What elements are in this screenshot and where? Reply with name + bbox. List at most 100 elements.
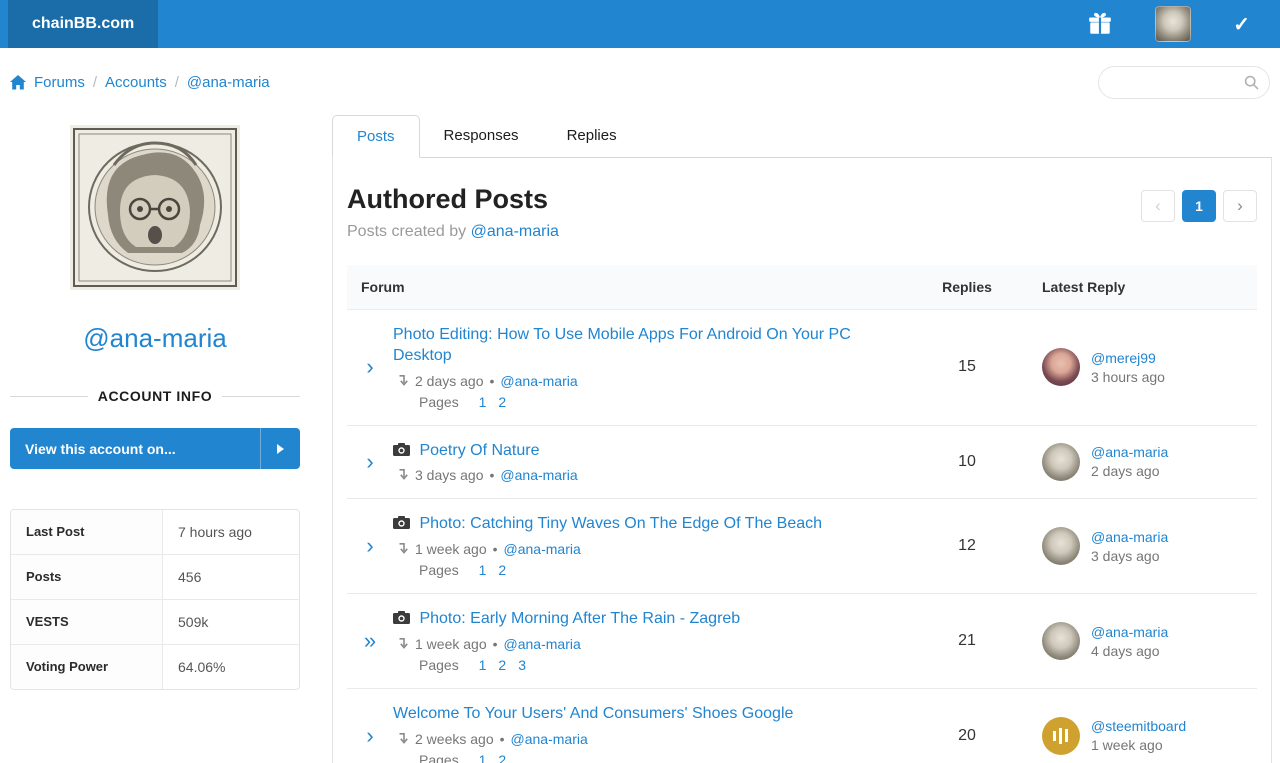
breadcrumb-accounts[interactable]: Accounts [105,74,167,91]
gift-icon[interactable] [1087,11,1113,37]
post-author-link[interactable]: @ana-maria [500,467,577,483]
stat-label: Voting Power [11,645,163,689]
posts-table-header: Forum Replies Latest Reply [347,265,1257,310]
post-pages: Pages 12 [393,562,893,578]
post-title-link[interactable]: Poetry Of Nature [393,441,893,462]
main-panel: Posts Responses Replies Authored Posts P… [332,115,1272,763]
tab-posts[interactable]: Posts [332,115,420,158]
search-box [1098,66,1270,99]
page-link[interactable]: 2 [498,394,506,410]
page-title: Authored Posts [347,184,549,214]
user-avatar[interactable] [1155,6,1192,42]
page-1-button[interactable]: 1 [1182,190,1216,222]
tab-responses[interactable]: Responses [420,115,543,158]
page-links: 12 [467,752,507,763]
post-row: › Photo Editing: How To Use Mobile Apps … [347,310,1257,426]
pages-label: Pages [419,751,459,763]
post-title-link[interactable]: Photo Editing: How To Use Mobile Apps Fo… [393,325,893,367]
expand-post-chevron-icon[interactable]: » [347,630,393,652]
post-title-link[interactable]: Welcome To Your Users' And Consumers' Sh… [393,704,893,725]
latest-reply-time: 3 hours ago [1091,368,1165,385]
account-info-title: ACCOUNT INFO [97,388,213,404]
camera-icon [393,611,410,625]
prev-page-button[interactable]: ‹ [1141,190,1175,222]
post-title-text: Welcome To Your Users' And Consumers' Sh… [393,704,794,722]
view-account-button[interactable]: View this account on... [10,428,300,469]
profile-avatar [70,125,240,293]
post-pages: Pages 123 [393,657,893,673]
navbar-actions: ✓ [1087,6,1250,42]
page-link[interactable]: 2 [498,657,506,673]
subtitle-user-link[interactable]: @ana-maria [471,223,559,240]
stat-value: 64.06% [178,659,226,675]
stat-label: Posts [11,555,163,599]
post-title-text: Photo Editing: How To Use Mobile Apps Fo… [393,326,851,364]
latest-reply-user-link[interactable]: @ana-maria [1091,529,1168,545]
page-link[interactable]: 1 [479,752,487,763]
posts-table-body: › Photo Editing: How To Use Mobile Apps … [347,310,1257,763]
home-icon[interactable] [10,75,26,90]
profile-username: @ana-maria [83,323,227,353]
latest-reply-avatar[interactable] [1042,348,1080,387]
post-pages: Pages 12 [393,752,893,763]
stat-label: VESTS [11,600,163,644]
stat-row-posts: Posts 456 [11,555,299,600]
next-page-button[interactable]: › [1223,190,1257,222]
camera-icon [393,442,410,456]
search-icon[interactable] [1244,75,1259,90]
post-meta: 3 days ago • @ana-maria [393,467,893,483]
breadcrumb-current-account: @ana-maria [186,74,270,91]
latest-reply-user-link[interactable]: @ana-maria [1091,624,1168,640]
posts-segment: Authored Posts Posts created by @ana-mar… [332,158,1272,763]
tab-replies[interactable]: Replies [543,115,641,158]
meta-separator: • [489,467,495,484]
post-author-link[interactable]: @ana-maria [504,636,581,652]
post-pages: Pages 12 [393,394,893,410]
page-links: 12 [467,562,507,578]
level-down-icon [398,374,409,387]
latest-reply-avatar[interactable] [1042,527,1080,566]
level-down-icon [398,637,409,650]
latest-reply-avatar[interactable] [1042,622,1080,661]
post-title-link[interactable]: Photo: Catching Tiny Waves On The Edge O… [393,514,893,535]
stat-value: 456 [178,569,202,585]
stat-row-last-post: Last Post 7 hours ago [11,510,299,555]
page-link[interactable]: 1 [479,657,487,673]
expand-post-chevron-icon[interactable]: › [347,724,393,747]
replies-count: 21 [958,632,976,650]
latest-reply-user-link[interactable]: @steemitboard [1091,718,1186,734]
dropdown-caret-icon [260,428,300,469]
post-author-link[interactable]: @ana-maria [500,373,577,389]
page-link[interactable]: 1 [479,562,487,578]
replies-count: 10 [958,452,976,470]
replies-count: 12 [958,537,976,555]
expand-post-chevron-icon[interactable]: › [347,450,393,473]
brand-logo[interactable]: chainBB.com [8,0,159,48]
post-author-link[interactable]: @ana-maria [504,541,581,557]
page-link[interactable]: 1 [479,394,487,410]
latest-reply-avatar[interactable] [1042,442,1080,481]
profile-sidebar: @ana-maria ACCOUNT INFO View this accoun… [10,115,300,690]
latest-reply-time: 4 days ago [1091,642,1160,659]
page-link[interactable]: 2 [498,752,506,763]
header-forum: Forum [361,279,405,295]
check-icon[interactable]: ✓ [1233,12,1250,37]
page-link[interactable]: 2 [498,562,506,578]
post-title-link[interactable]: Photo: Early Morning After The Rain - Za… [393,609,893,630]
latest-reply-user-link[interactable]: @merej99 [1091,350,1165,366]
expand-post-chevron-icon[interactable]: › [347,535,393,557]
header-latest-reply: Latest Reply [1042,279,1126,295]
post-meta: 1 week ago • @ana-maria [393,541,893,557]
latest-reply-avatar[interactable] [1042,716,1080,755]
content-area: @ana-maria ACCOUNT INFO View this accoun… [0,111,1280,763]
post-author-link[interactable]: @ana-maria [511,731,588,747]
breadcrumb-separator: / [174,74,179,91]
latest-reply-user-link[interactable]: @ana-maria [1091,444,1168,460]
page-link[interactable]: 3 [518,657,526,673]
expand-post-chevron-icon[interactable]: › [347,356,393,378]
post-time: 2 days ago [415,372,484,389]
latest-reply-time: 3 days ago [1091,547,1160,564]
breadcrumb-forums[interactable]: Forums [34,74,85,91]
profile-tabs: Posts Responses Replies [332,115,1272,158]
level-down-icon [398,469,409,481]
